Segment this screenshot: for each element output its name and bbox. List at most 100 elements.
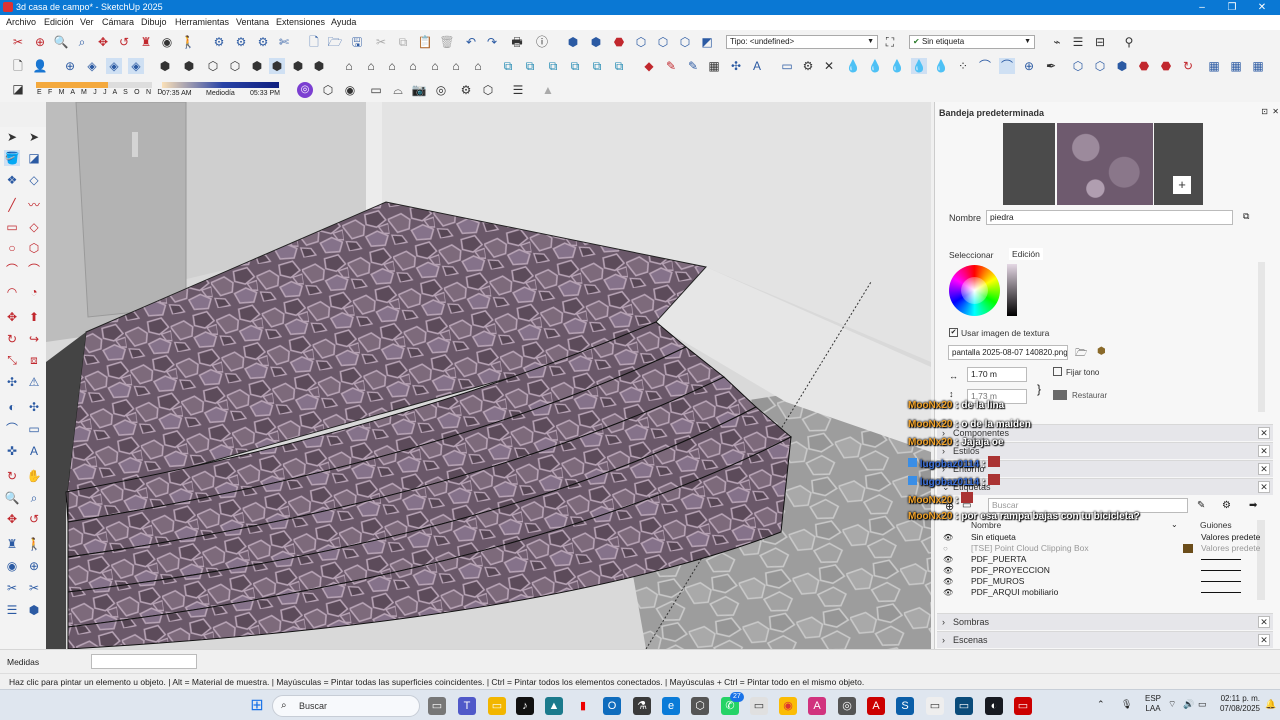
new-file-icon[interactable]: 🗋	[306, 34, 322, 50]
stamp-icon[interactable]: ✎	[685, 58, 701, 74]
eraser-2-icon[interactable]: ◇	[26, 172, 42, 188]
wireframe-icon[interactable]: ◈	[106, 58, 122, 74]
cut-icon[interactable]: ✂	[373, 34, 389, 50]
photos-icon[interactable]: ▲	[545, 697, 563, 715]
swatch-prev[interactable]	[1003, 123, 1055, 205]
model-info-icon[interactable]: ⓘ	[534, 34, 550, 50]
drop-5-icon[interactable]: 💧	[933, 58, 949, 74]
xray-icon[interactable]: ⊕	[62, 58, 78, 74]
use-texture-checkbox[interactable]: ✔	[949, 328, 958, 337]
right-view-icon[interactable]: ⌂	[384, 58, 400, 74]
circle-icon[interactable]: ○	[4, 240, 20, 256]
fix-tone-checkbox[interactable]	[1053, 367, 1062, 376]
steam-icon[interactable]: ◐	[985, 697, 1003, 715]
position-camera-tool-icon[interactable]: ♜	[4, 536, 20, 552]
share-model-icon[interactable]: ⬢	[588, 34, 604, 50]
grid-1-icon[interactable]: ▦	[1206, 58, 1222, 74]
texture-cube-icon[interactable]: ⬢	[1097, 346, 1106, 357]
hex-5-icon[interactable]: ⬣	[1158, 58, 1174, 74]
view-iso-icon[interactable]: ⬡	[633, 34, 649, 50]
tape-icon[interactable]: ✣	[4, 374, 20, 390]
drop-icon[interactable]: 💧	[845, 58, 861, 74]
front-view-icon[interactable]: ⌂	[363, 58, 379, 74]
arc-3-icon[interactable]: ◠	[4, 284, 20, 300]
walk-icon[interactable]: 🚶	[180, 34, 196, 50]
label-icon[interactable]: ▭	[26, 421, 42, 437]
paint-bucket-small-icon[interactable]: ⛶	[882, 34, 898, 50]
sketchup-taskbar-icon[interactable]: S	[896, 697, 914, 715]
close-icon[interactable]: ✕	[1258, 616, 1270, 628]
clock[interactable]: 02:11 p. m. 07/08/2025	[1210, 694, 1260, 714]
box-icon[interactable]: ⬡	[480, 82, 496, 98]
back-view-icon[interactable]: ⌂	[405, 58, 421, 74]
taskbar-search[interactable]: ⌕ Buscar	[272, 695, 420, 717]
drape-icon[interactable]: ▦	[706, 58, 722, 74]
type-select[interactable]: Tipo: <undefined> ▼	[726, 35, 878, 49]
menu-dibujo[interactable]: Dibujo	[141, 17, 167, 27]
push-pull-icon[interactable]: ⬆	[26, 309, 42, 325]
rotate-icon[interactable]: ↻	[4, 331, 20, 347]
app-7-icon[interactable]: ▭	[955, 697, 973, 715]
orbit-icon[interactable]: ⚙	[211, 34, 227, 50]
left-view-icon[interactable]: ⌂	[427, 58, 443, 74]
select-2-icon[interactable]: ➤	[26, 129, 42, 145]
node-icon[interactable]: ⊕	[1021, 58, 1037, 74]
redo-icon[interactable]: ↷	[484, 34, 500, 50]
style-1-icon[interactable]: ⬡	[227, 58, 243, 74]
view-right-icon[interactable]: ◩	[699, 34, 715, 50]
house-icon[interactable]: ⌂	[341, 58, 357, 74]
close-icon[interactable]: ✕	[1258, 634, 1270, 646]
target-icon[interactable]: ◎	[433, 82, 449, 98]
shaded-icon[interactable]: ⬢	[157, 58, 173, 74]
copy-icon[interactable]: ⧉	[395, 34, 411, 50]
style-4-icon[interactable]: ⬢	[290, 58, 306, 74]
texture-file-input[interactable]: pantalla 2025-08-07 140820.png	[948, 345, 1068, 360]
tag-select[interactable]: ✔ Sin etiqueta ▼	[909, 35, 1035, 49]
new-doc-icon[interactable]: 🗋	[10, 58, 26, 74]
3d-text-icon[interactable]: ✜	[4, 443, 20, 459]
trim-icon[interactable]: ⧉	[567, 58, 583, 74]
section-2-icon[interactable]: ✂	[4, 580, 20, 596]
warehouse-tool-icon[interactable]: ⬢	[26, 602, 42, 618]
camera-icon[interactable]: 📷	[411, 82, 427, 98]
geolocation-icon[interactable]: ⚲	[1121, 34, 1137, 50]
sandbox-icon[interactable]: ◆	[641, 58, 657, 74]
style-2-icon[interactable]: ⬢	[249, 58, 265, 74]
iso-view-icon[interactable]: ⌂	[470, 58, 486, 74]
follow-me-icon[interactable]: ↪	[26, 331, 42, 347]
tag-row[interactable]: 👁 PDF_PROYECCION	[941, 565, 1271, 576]
wifi-icon[interactable]: ⌔	[1168, 699, 1176, 710]
menu-edicion[interactable]: Edición	[44, 17, 74, 27]
zoom-extents-tool-icon[interactable]: ✥	[4, 511, 20, 527]
section-tool-icon[interactable]: ⊕	[26, 558, 42, 574]
paste-icon[interactable]: 📋	[417, 34, 433, 50]
text-a-icon[interactable]: A	[26, 443, 42, 459]
menu-extensiones[interactable]: Extensiones	[276, 17, 325, 27]
outer-shell-icon[interactable]: ⧉	[611, 58, 627, 74]
default-material-icon[interactable]: ⧉	[1243, 211, 1249, 222]
grid-2-icon[interactable]: ▦	[1228, 58, 1244, 74]
look-around-icon[interactable]: ◉	[159, 34, 175, 50]
chrome-icon[interactable]: ◉	[779, 697, 797, 715]
section-3-icon[interactable]: ✂	[26, 580, 42, 596]
menu-ventana[interactable]: Ventana	[236, 17, 269, 27]
bridge-icon[interactable]: ☰	[510, 82, 526, 98]
eye-icon[interactable]: 👁	[943, 532, 953, 543]
close-icon[interactable]: ✕	[1258, 463, 1270, 475]
zoom-extents-icon[interactable]: ✥	[95, 34, 111, 50]
position-camera-icon[interactable]: ♜	[138, 34, 154, 50]
arc-2-icon[interactable]: ⌒	[26, 262, 42, 278]
eraser-tool-icon[interactable]: ◪	[26, 150, 42, 166]
app-icon[interactable]: ⚗	[633, 697, 651, 715]
tab-edit[interactable]: Edición	[1009, 248, 1043, 260]
offset-icon[interactable]: ⧈	[26, 352, 42, 368]
tags-col-dashes[interactable]: Guiones	[1200, 520, 1232, 530]
view-top-icon[interactable]: ⬡	[655, 34, 671, 50]
close-icon[interactable]: ✕	[821, 58, 837, 74]
back-edges-icon[interactable]: ◈	[84, 58, 100, 74]
teams-icon[interactable]: T	[458, 697, 476, 715]
split-icon[interactable]: ⧉	[589, 58, 605, 74]
maximize-button[interactable]: ❐	[1217, 0, 1247, 15]
panel-close-icon[interactable]: ✕	[1272, 107, 1279, 116]
app-3-icon[interactable]: ▭	[750, 697, 768, 715]
